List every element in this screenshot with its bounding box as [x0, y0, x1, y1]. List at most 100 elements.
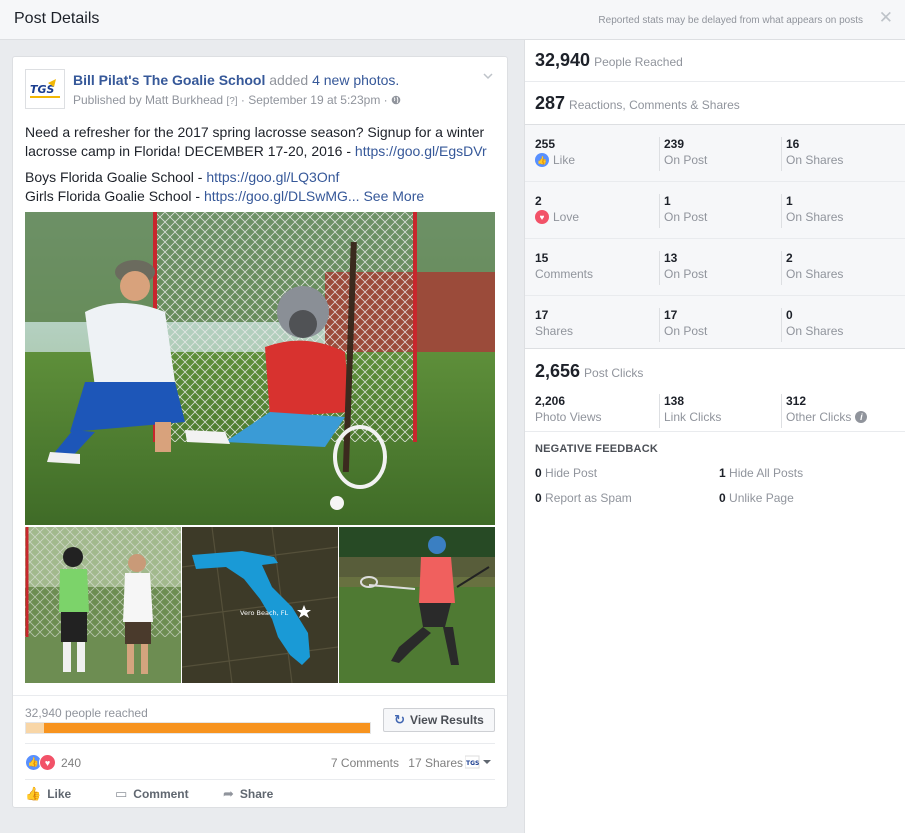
engagement-block: 287 Reactions, Comments & Shares: [525, 82, 905, 124]
hide-post-label: Hide Post: [545, 466, 598, 480]
like-label-text: Like: [553, 153, 576, 167]
love-total-value: 2: [535, 194, 542, 208]
photo-thumbnail-2[interactable]: Vero Beach, FL: [182, 527, 338, 683]
page-name-link[interactable]: Bill Pilat's The Goalie School: [73, 72, 265, 88]
post-photo-main[interactable]: [25, 212, 495, 525]
report-spam-label: Report as Spam: [545, 491, 632, 505]
reaction-count[interactable]: 240: [61, 756, 81, 770]
post-meta: Published by Matt Burkhead [?] · Septemb…: [73, 93, 401, 107]
other-clicks-value: 312: [786, 394, 807, 408]
post-as-selector[interactable]: TGS: [464, 755, 493, 769]
reach-summary: 32,940 people reached ↻ View Results: [13, 695, 507, 743]
love-total-cell: 2 ♥ Love: [535, 194, 579, 228]
like-on-shares-value: 16: [786, 137, 800, 151]
like-label: Like: [47, 787, 72, 801]
like-on-shares-cell: 16 On Shares: [781, 137, 843, 171]
share-button[interactable]: ➦ Share: [223, 786, 273, 802]
share-arrow-icon: ➦: [223, 786, 234, 801]
love-on-shares-label: On Shares: [786, 210, 844, 224]
shares-on-post-label: On Post: [664, 324, 708, 338]
people-reached-block: 32,940 People Reached: [525, 40, 905, 82]
photo-thumbnail-1[interactable]: [25, 527, 181, 683]
comments-on-shares-value: 2: [786, 251, 793, 265]
post-author-line: Bill Pilat's The Goalie School added 4 n…: [73, 72, 399, 88]
comments-on-shares-label: On Shares: [786, 267, 844, 281]
reaction-icons[interactable]: 👍 ♥: [25, 754, 61, 772]
post-clicks-value: 2,656: [535, 361, 581, 381]
comment-label: Comment: [133, 787, 189, 801]
post-header: TGS Bill Pilat's The Goalie School added…: [25, 69, 495, 113]
stats-delay-note: Reported stats may be delayed from what …: [598, 15, 863, 26]
post-card: TGS Bill Pilat's The Goalie School added…: [12, 56, 508, 808]
post-details-header: Post Details Reported stats may be delay…: [0, 0, 905, 40]
love-on-shares-cell: 1 On Shares: [781, 194, 843, 228]
link-clicks-cell: 138 Link Clicks: [659, 394, 721, 428]
unlike-page-label: Unlike Page: [729, 491, 794, 505]
svg-text:TGS: TGS: [30, 83, 55, 96]
love-on-post-value: 1: [664, 194, 671, 208]
engagement-value: 287: [535, 93, 566, 113]
svg-text:TGS: TGS: [466, 760, 479, 767]
post-photo-thumbnails: Vero Beach, FL: [25, 527, 495, 683]
reactions-love-row: 2 ♥ Love 1 On Post 1 On Shares: [525, 182, 905, 239]
love-label-text: Love: [553, 210, 580, 224]
globe-icon: [391, 95, 401, 105]
comment-button[interactable]: ▭ Comment: [115, 786, 189, 802]
shares-total-label: Shares: [535, 324, 574, 338]
report-spam-stat: 0 Report as Spam: [535, 491, 632, 505]
hide-all-posts-stat: 1 Hide All Posts: [719, 466, 803, 480]
page-avatar[interactable]: TGS: [25, 69, 65, 109]
shares-on-shares-cell: 0 On Shares: [781, 308, 843, 342]
girls-school-link[interactable]: https://goo.gl/DLSwMG...: [204, 188, 360, 204]
shares-total-cell: 17 Shares: [535, 308, 573, 342]
see-more-link[interactable]: See More: [363, 188, 424, 204]
other-clicks-text: Other Clicks: [786, 410, 852, 424]
post-date-link[interactable]: · September 19 at 5:23pm ·: [241, 93, 388, 107]
comments-total-cell: 15 Comments: [535, 251, 593, 285]
shares-total-value: 17: [535, 308, 549, 322]
post-actions: 👍 Like ▭ Comment ➦ Share: [25, 779, 495, 809]
reach-label: 32,940 people reached: [25, 706, 148, 720]
love-on-shares-value: 1: [786, 194, 793, 208]
comments-total-label: Comments: [535, 267, 594, 281]
action-text: added: [269, 72, 309, 88]
love-total-label: ♥ Love: [535, 210, 579, 224]
shares-on-shares-label: On Shares: [786, 324, 844, 338]
map-city-label: Vero Beach, FL: [240, 609, 289, 617]
comments-count-link[interactable]: 7 Comments: [331, 756, 399, 770]
engagement: 287 Reactions, Comments & Shares: [535, 93, 740, 114]
view-results-button[interactable]: ↻ View Results: [383, 708, 495, 732]
love-on-post-cell: 1 On Post: [659, 194, 707, 228]
player-running-photo: [339, 527, 495, 683]
boys-school-link[interactable]: https://goo.gl/LQ3Onf: [206, 169, 339, 185]
comments-on-shares-cell: 2 On Shares: [781, 251, 843, 285]
goalie-training-photo: [25, 212, 495, 525]
social-summary: 👍 ♥ 240 7 Comments 17 Shares TGS: [25, 743, 495, 779]
engagement-breakdown: 255 👍 Like 239 On Post 16 On Shares 2 ♥ Lo…: [525, 124, 905, 349]
shares-count-link[interactable]: 17 Shares: [408, 756, 463, 770]
like-button[interactable]: 👍 Like: [25, 786, 71, 802]
shares-on-post-value: 17: [664, 308, 678, 322]
comments-on-post-value: 13: [664, 251, 678, 265]
reach-bar-paid-fill: [26, 723, 370, 733]
photo-thumbnail-3[interactable]: [339, 527, 495, 683]
thumbs-up-icon: 👍: [25, 786, 42, 801]
chevron-down-icon[interactable]: [481, 69, 495, 83]
comment-bubble-icon: ▭: [115, 786, 128, 801]
help-link[interactable]: [?]: [226, 96, 237, 107]
people-reached: 32,940 People Reached: [535, 50, 683, 71]
engagement-label: Reactions, Comments & Shares: [569, 98, 740, 112]
people-reached-value: 32,940: [535, 50, 591, 70]
signup-link[interactable]: https://goo.gl/EgsDVr: [355, 143, 487, 159]
negative-feedback-title: NEGATIVE FEEDBACK: [535, 443, 658, 455]
photos-link[interactable]: 4 new photos.: [312, 72, 399, 88]
post-clicks-block: 2,656 Post Clicks 2,206 Photo Views 138 L…: [525, 350, 905, 432]
close-icon[interactable]: ✕: [879, 9, 893, 27]
info-icon[interactable]: i: [855, 411, 868, 423]
love-icon: ♥: [535, 210, 549, 224]
people-reached-label: People Reached: [594, 55, 683, 69]
hide-all-posts-value: 1: [719, 466, 726, 480]
unlike-page-stat: 0 Unlike Page: [719, 491, 794, 505]
refresh-icon: ↻: [394, 712, 406, 727]
post-clicks-label: Post Clicks: [584, 366, 644, 380]
